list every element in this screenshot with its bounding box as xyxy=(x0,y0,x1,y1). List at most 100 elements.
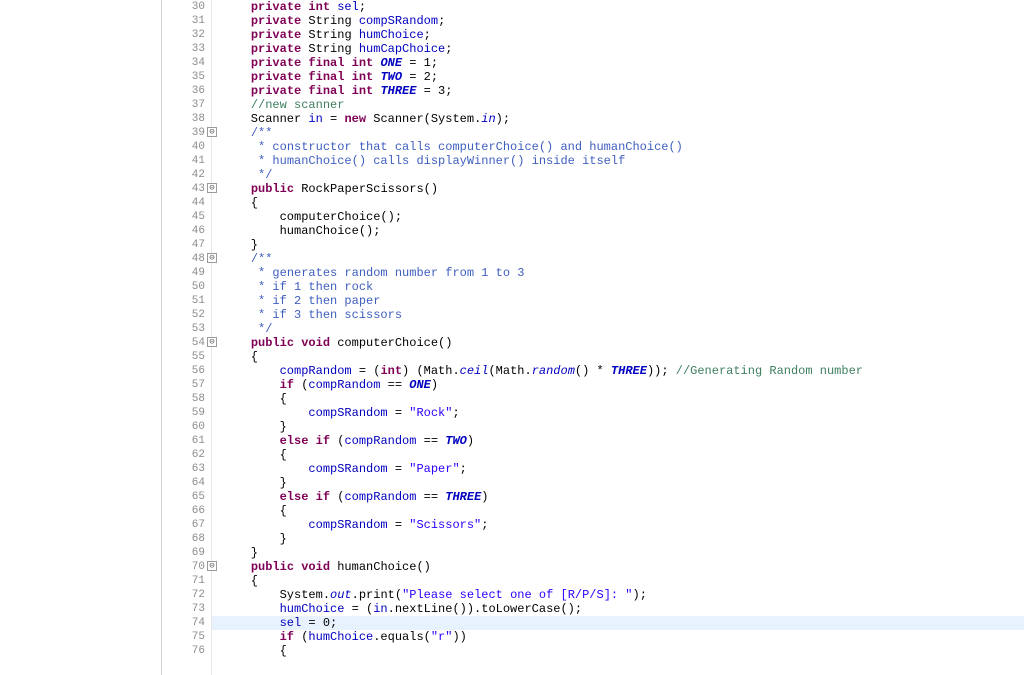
code-line[interactable]: { xyxy=(222,504,1024,518)
code-line[interactable]: if (humChoice.equals("r")) xyxy=(222,630,1024,644)
code-token: Scanner(System. xyxy=(366,112,481,126)
code-token: ( xyxy=(294,630,308,644)
code-token: THREE xyxy=(445,490,481,504)
fold-collapse-icon[interactable]: ⊖ xyxy=(207,183,217,193)
code-line[interactable]: * constructor that calls computerChoice(… xyxy=(222,140,1024,154)
code-line[interactable]: compSRandom = "Rock"; xyxy=(222,406,1024,420)
code-line[interactable]: //new scanner xyxy=(222,98,1024,112)
code-token: = xyxy=(388,462,410,476)
code-line[interactable]: * if 3 then scissors xyxy=(222,308,1024,322)
line-number: 65 xyxy=(162,490,211,504)
code-line[interactable]: public void humanChoice() xyxy=(222,560,1024,574)
line-number: 53 xyxy=(162,322,211,336)
code-token: * humanChoice() calls displayWinner() in… xyxy=(251,154,625,168)
code-token: RockPaperScissors() xyxy=(294,182,438,196)
code-line[interactable]: private String humChoice; xyxy=(222,28,1024,42)
line-number: 54⊖ xyxy=(162,336,211,350)
code-token xyxy=(222,518,308,532)
code-line[interactable]: private String compSRandom; xyxy=(222,14,1024,28)
code-token: THREE xyxy=(611,364,647,378)
line-number: 38 xyxy=(162,112,211,126)
code-token: String xyxy=(301,14,359,28)
code-line[interactable]: * humanChoice() calls displayWinner() in… xyxy=(222,154,1024,168)
code-token xyxy=(222,308,251,322)
code-token: "Scissors" xyxy=(409,518,481,532)
line-number: 50 xyxy=(162,280,211,294)
code-token xyxy=(222,490,280,504)
code-line[interactable]: { xyxy=(222,196,1024,210)
code-token: { xyxy=(222,644,287,658)
line-number: 61 xyxy=(162,434,211,448)
line-number: 64 xyxy=(162,476,211,490)
code-token: "Paper" xyxy=(409,462,459,476)
code-editor[interactable]: private int sel; private String compSRan… xyxy=(212,0,1024,675)
code-token: = xyxy=(388,406,410,420)
code-line[interactable]: { xyxy=(222,644,1024,658)
code-line[interactable]: } xyxy=(222,238,1024,252)
line-number: 46 xyxy=(162,224,211,238)
code-line[interactable]: } xyxy=(222,420,1024,434)
code-line[interactable]: compSRandom = "Paper"; xyxy=(222,462,1024,476)
code-line[interactable]: sel = 0; xyxy=(212,616,1024,630)
fold-collapse-icon[interactable]: ⊖ xyxy=(207,337,217,347)
code-token: */ xyxy=(251,168,273,182)
code-token xyxy=(222,434,280,448)
code-line[interactable]: */ xyxy=(222,168,1024,182)
code-line[interactable]: /** xyxy=(222,126,1024,140)
code-token: { xyxy=(222,448,287,462)
code-line[interactable]: public void computerChoice() xyxy=(222,336,1024,350)
code-line[interactable]: else if (compRandom == TWO) xyxy=(222,434,1024,448)
code-token: private xyxy=(251,14,301,28)
code-line[interactable]: humanChoice(); xyxy=(222,224,1024,238)
code-line[interactable]: } xyxy=(222,476,1024,490)
code-line[interactable]: compSRandom = "Scissors"; xyxy=(222,518,1024,532)
fold-collapse-icon[interactable]: ⊖ xyxy=(207,561,217,571)
fold-collapse-icon[interactable]: ⊖ xyxy=(207,253,217,263)
code-line[interactable]: private final int ONE = 1; xyxy=(222,56,1024,70)
code-line[interactable]: public RockPaperScissors() xyxy=(222,182,1024,196)
code-token xyxy=(222,322,251,336)
code-token xyxy=(222,168,251,182)
code-token xyxy=(222,84,251,98)
code-line[interactable]: { xyxy=(222,448,1024,462)
code-line[interactable]: { xyxy=(222,574,1024,588)
code-line[interactable]: System.out.print("Please select one of [… xyxy=(222,588,1024,602)
code-line[interactable]: private String humCapChoice; xyxy=(222,42,1024,56)
code-token xyxy=(222,126,251,140)
code-line[interactable]: computerChoice(); xyxy=(222,210,1024,224)
code-line[interactable]: /** xyxy=(222,252,1024,266)
fold-collapse-icon[interactable]: ⊖ xyxy=(207,127,217,137)
code-token: == xyxy=(416,490,445,504)
code-line[interactable]: * if 1 then rock xyxy=(222,280,1024,294)
code-token: ( xyxy=(330,490,344,504)
code-token: { xyxy=(222,574,258,588)
code-token xyxy=(222,182,251,196)
code-line[interactable]: compRandom = (int) (Math.ceil(Math.rando… xyxy=(222,364,1024,378)
line-number: 75 xyxy=(162,630,211,644)
code-line[interactable]: { xyxy=(222,350,1024,364)
code-line[interactable]: Scanner in = new Scanner(System.in); xyxy=(222,112,1024,126)
code-token: )) xyxy=(452,630,466,644)
line-number: 31 xyxy=(162,14,211,28)
code-line[interactable]: * if 2 then paper xyxy=(222,294,1024,308)
code-line[interactable]: if (compRandom == ONE) xyxy=(222,378,1024,392)
code-line[interactable]: } xyxy=(222,532,1024,546)
code-line[interactable]: * generates random number from 1 to 3 xyxy=(222,266,1024,280)
code-line[interactable]: private final int THREE = 3; xyxy=(222,84,1024,98)
line-number: 57 xyxy=(162,378,211,392)
line-number: 30 xyxy=(162,0,211,14)
code-token: compSRandom xyxy=(308,462,387,476)
code-token: if xyxy=(280,630,294,644)
line-number: 66 xyxy=(162,504,211,518)
left-margin xyxy=(0,0,162,675)
code-line[interactable]: private final int TWO = 2; xyxy=(222,70,1024,84)
code-line[interactable]: } xyxy=(222,546,1024,560)
code-line[interactable]: */ xyxy=(222,322,1024,336)
line-number: 60 xyxy=(162,420,211,434)
line-number: 58 xyxy=(162,392,211,406)
code-token: ) xyxy=(467,434,474,448)
code-line[interactable]: humChoice = (in.nextLine()).toLowerCase(… xyxy=(222,602,1024,616)
code-line[interactable]: private int sel; xyxy=(222,0,1024,14)
code-line[interactable]: { xyxy=(222,392,1024,406)
code-line[interactable]: else if (compRandom == THREE) xyxy=(222,490,1024,504)
